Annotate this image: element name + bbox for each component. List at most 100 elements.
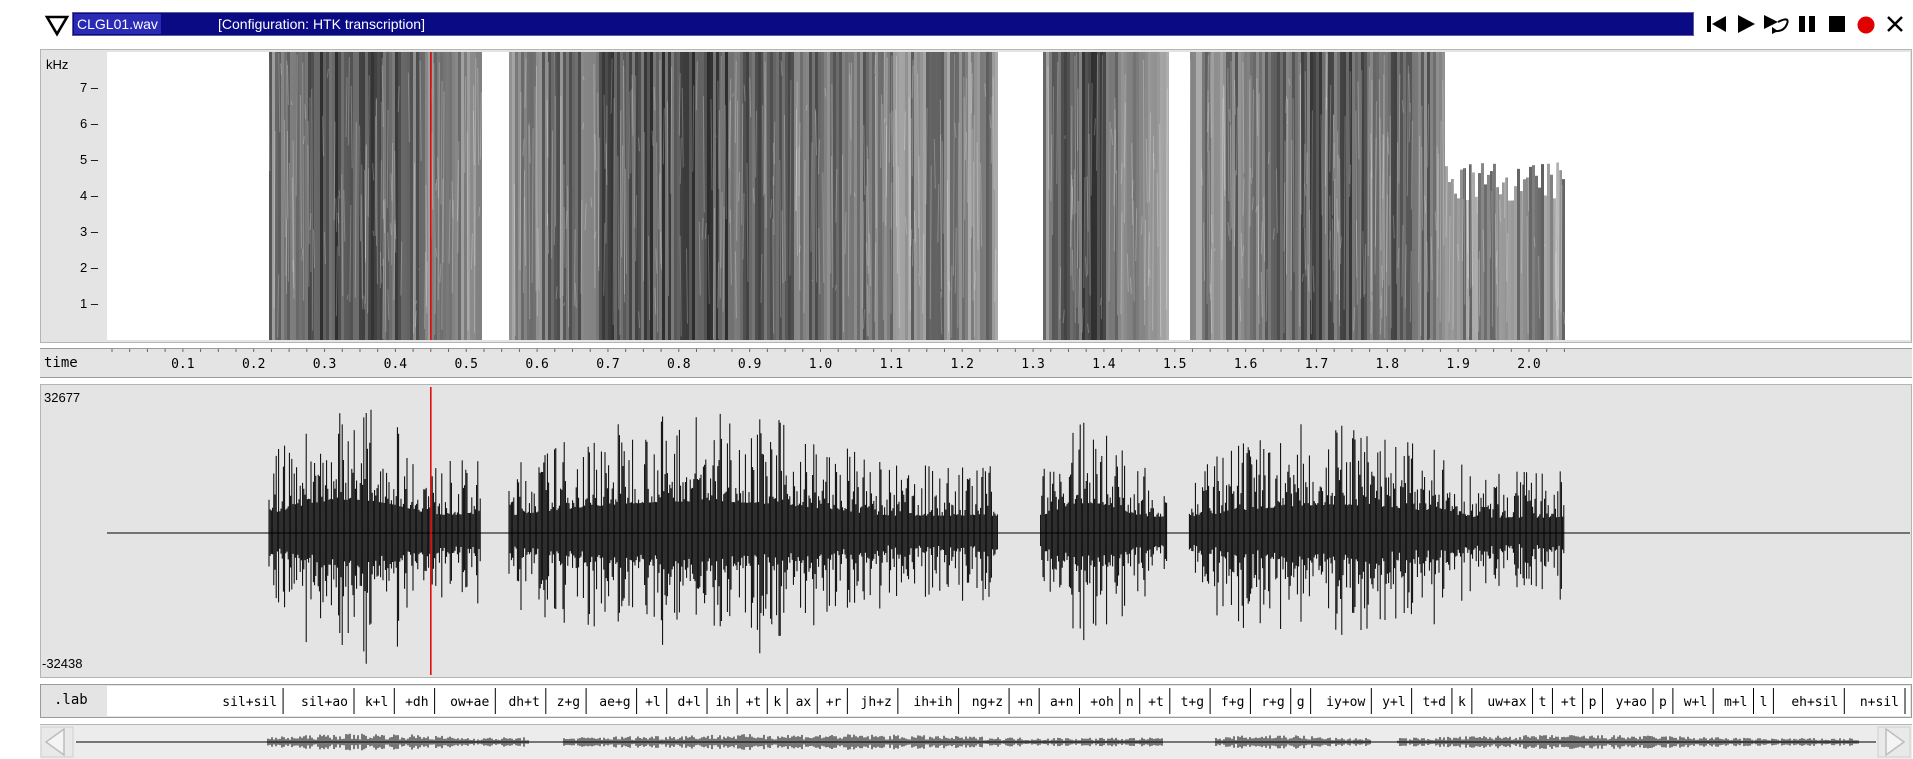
label-segment[interactable]: y+l <box>1382 695 1405 710</box>
audio-editor-window: CLGL01.wav [Configuration: HTK transcrip… <box>0 0 1913 759</box>
label-segment[interactable]: uw+ax <box>1487 695 1526 710</box>
label-segment[interactable]: p <box>1589 695 1597 710</box>
label-segment[interactable]: sil+ao <box>301 695 348 710</box>
configuration-label: [Configuration: HTK transcription] <box>218 16 425 32</box>
loop-play-button[interactable] <box>1760 10 1790 38</box>
time-tick-label: 1.7 <box>1305 357 1328 372</box>
label-segment[interactable]: m+l <box>1724 695 1747 710</box>
label-segment[interactable]: f+g <box>1221 695 1244 710</box>
close-button[interactable] <box>1880 10 1910 38</box>
label-tier[interactable]: sil+sil sil+ao k+l +dh ow+ae dh+t z+g ae+g +l d+l… <box>107 686 1910 716</box>
frequency-tick-label: 5 – <box>80 152 99 167</box>
time-tick-label: 0.7 <box>596 357 619 372</box>
label-segment[interactable]: ae+g <box>599 695 630 710</box>
pause-icon <box>1799 16 1815 32</box>
file-name: CLGL01.wav <box>74 14 161 34</box>
skip-to-start-button[interactable] <box>1702 10 1732 38</box>
overview-waveform <box>76 733 1876 751</box>
label-segment[interactable]: z+g <box>557 695 580 710</box>
label-segment[interactable]: l <box>1760 695 1768 710</box>
label-tier-name: .lab <box>54 692 88 708</box>
time-tick-label: 0.6 <box>525 357 548 372</box>
record-button[interactable] <box>1851 10 1881 38</box>
overview-scrollbar[interactable] <box>40 724 1912 759</box>
frequency-tick-label: 1 – <box>80 296 99 311</box>
label-segment[interactable]: a+n <box>1050 695 1073 710</box>
label-segment[interactable]: +n <box>1018 695 1034 710</box>
label-segment[interactable]: w+l <box>1684 695 1707 710</box>
time-tick-label: 1.5 <box>1163 357 1186 372</box>
time-tick-label: 1.9 <box>1446 357 1469 372</box>
frequency-tick-label: 7 – <box>80 80 99 95</box>
time-tick-label: 2.0 <box>1517 357 1540 372</box>
amplitude-min-label: -32438 <box>42 656 83 671</box>
label-segment[interactable]: t+d <box>1422 695 1445 710</box>
label-segment[interactable]: k+l <box>365 695 388 710</box>
play-button[interactable] <box>1731 10 1761 38</box>
label-segment[interactable]: ih <box>715 695 731 710</box>
pause-button[interactable] <box>1792 10 1822 38</box>
spectrogram-bands <box>268 52 1566 340</box>
time-axis[interactable]: 0.1 0.2 0.3 0.4 0.5 0.6 0.7 0.8 0.9 1.0 1.1 1.2 1.3 1… <box>107 349 1910 377</box>
time-tick-label: 1.2 <box>950 357 973 372</box>
label-segment[interactable]: d+l <box>678 695 701 710</box>
amplitude-max-label: 32677 <box>44 390 81 405</box>
label-segment[interactable]: ih+ih <box>913 695 952 710</box>
frequency-tick-label: 4 – <box>80 188 99 203</box>
time-tick-label: 0.2 <box>242 357 265 372</box>
skip-start-icon <box>1707 16 1726 32</box>
time-tick-label: 0.9 <box>738 357 761 372</box>
label-segment[interactable]: sil+sil <box>222 695 277 710</box>
label-segment[interactable]: n+sil <box>1860 695 1899 710</box>
label-segment[interactable]: y+ao <box>1616 695 1647 710</box>
time-tick-label: 1.8 <box>1376 357 1399 372</box>
label-segment[interactable]: k <box>1458 695 1466 710</box>
label-segment[interactable]: t+g <box>1181 695 1204 710</box>
label-segment[interactable]: +l <box>645 695 661 710</box>
waveform-trace <box>268 409 1565 664</box>
time-tick-label: 0.3 <box>313 357 336 372</box>
label-segment[interactable]: +dh <box>405 695 428 710</box>
frequency-tick-label: 3 – <box>80 224 99 239</box>
frequency-tick-label: 2 – <box>80 260 99 275</box>
time-tick-label: 0.5 <box>455 357 478 372</box>
triangle-down-icon[interactable] <box>42 10 72 40</box>
label-segment[interactable]: +t <box>1561 695 1577 710</box>
stop-button[interactable] <box>1822 10 1852 38</box>
label-segment[interactable]: dh+t <box>508 695 539 710</box>
scroll-left-icon[interactable] <box>40 726 74 758</box>
time-tick-label: 0.1 <box>171 357 194 372</box>
frequency-unit-label: kHz <box>46 57 69 72</box>
time-tick-label: 1.4 <box>1092 357 1116 372</box>
time-axis-label: time <box>44 355 78 371</box>
time-tick-label: 1.6 <box>1234 357 1257 372</box>
label-segment[interactable]: +r <box>826 695 842 710</box>
time-tick-label: 1.1 <box>880 357 903 372</box>
label-segment[interactable]: ng+z <box>972 695 1003 710</box>
record-dot-icon <box>1857 16 1875 34</box>
label-segment[interactable]: p <box>1659 695 1667 710</box>
label-segment[interactable]: t <box>1539 695 1547 710</box>
time-tick-label: 0.4 <box>384 357 408 372</box>
label-segment[interactable]: r+g <box>1261 695 1284 710</box>
stop-icon <box>1829 16 1845 32</box>
label-segment[interactable]: +t <box>746 695 762 710</box>
label-segment[interactable]: ax <box>796 695 812 710</box>
label-segment[interactable]: g <box>1297 695 1305 710</box>
label-segment[interactable]: ow+ae <box>450 695 489 710</box>
label-segment[interactable]: eh+sil <box>1791 695 1838 710</box>
label-segment[interactable]: jh+z <box>861 695 892 710</box>
frequency-tick-label: 6 – <box>80 116 99 131</box>
time-tick-label: 1.3 <box>1021 357 1044 372</box>
close-icon <box>1887 16 1903 32</box>
play-icon <box>1738 15 1755 33</box>
waveform[interactable] <box>107 387 1910 675</box>
label-segment[interactable]: n <box>1126 695 1134 710</box>
time-tick-label: 0.8 <box>667 357 690 372</box>
spectrogram[interactable] <box>107 52 1910 340</box>
label-segment[interactable]: k <box>773 695 781 710</box>
label-segment[interactable]: iy+ow <box>1326 695 1365 710</box>
label-segment[interactable]: +t <box>1148 695 1164 710</box>
scroll-right-icon[interactable] <box>1877 726 1911 758</box>
label-segment[interactable]: +oh <box>1090 695 1113 710</box>
